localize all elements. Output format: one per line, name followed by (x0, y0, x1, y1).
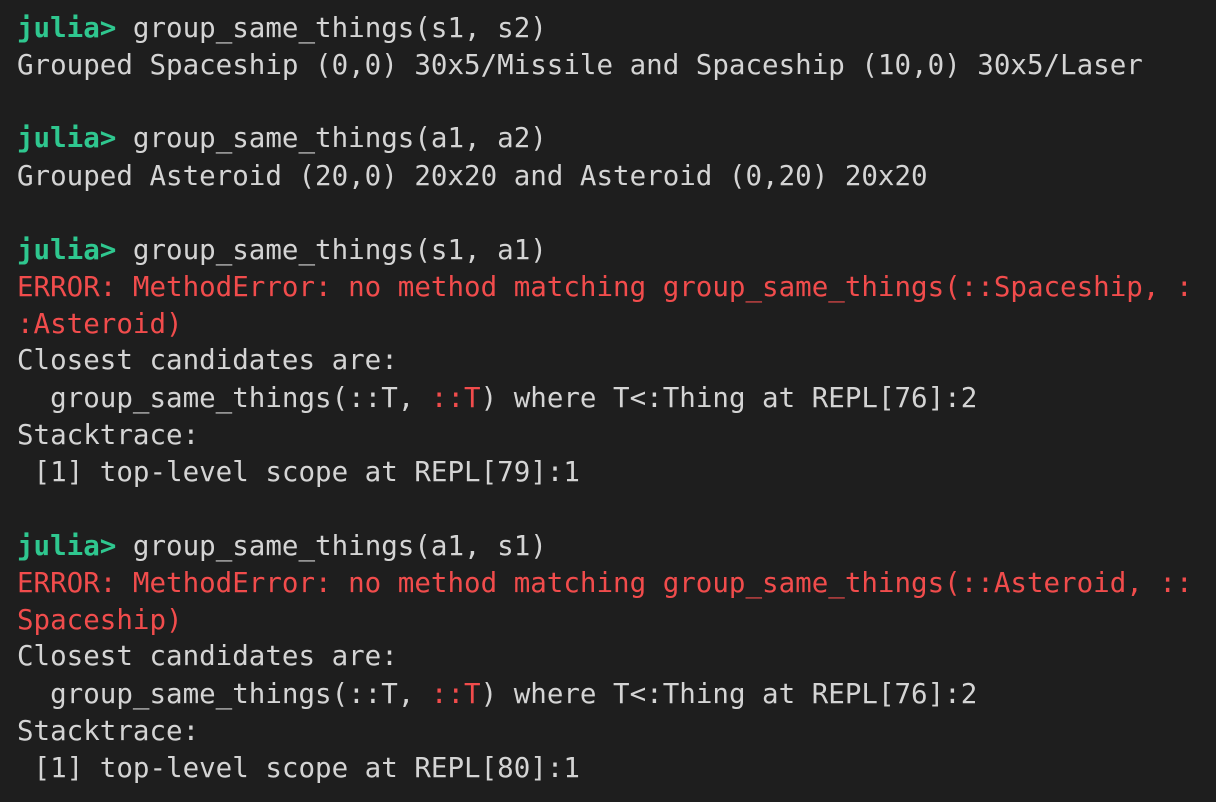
candidate-signature-start: group_same_things(::T, (17, 678, 431, 710)
stacktrace-frame: [1] top-level scope at REPL[80]:1 (17, 752, 580, 784)
repl-command: group_same_things(a1, a2) (132, 122, 547, 154)
repl-output-line: Grouped Asteroid (20,0) 20x20 and Astero… (17, 160, 928, 192)
repl-input-line: julia> group_same_things(s1, a1) (17, 232, 547, 269)
repl-output-line: Grouped Spaceship (0,0) 30x5/Missile and… (17, 49, 1143, 81)
repl-command: group_same_things(a1, s1) (132, 530, 547, 562)
repl-input-line: julia> group_same_things(a1, s1) (17, 528, 547, 565)
stacktrace-heading: Stacktrace: (17, 419, 200, 451)
stacktrace-heading: Stacktrace: (17, 715, 200, 747)
candidate-signature-line: group_same_things(::T, ::T) where T<:Thi… (17, 380, 977, 417)
error-message-line: Spaceship) (17, 604, 183, 636)
julia-prompt: julia> (17, 530, 133, 562)
julia-repl-terminal[interactable]: julia> group_same_things(s1, s2) Grouped… (0, 0, 1216, 802)
repl-command: group_same_things(s1, a1) (132, 234, 547, 266)
candidate-signature-line: group_same_things(::T, ::T) where T<:Thi… (17, 676, 977, 713)
error-message-line: ERROR: MethodError: no method matching g… (17, 567, 1193, 599)
repl-input-line: julia> group_same_things(s1, s2) (17, 10, 547, 47)
stacktrace-frame: [1] top-level scope at REPL[79]:1 (17, 456, 580, 488)
candidate-signature-start: group_same_things(::T, (17, 382, 431, 414)
error-message-line: ERROR: MethodError: no method matching g… (17, 271, 1193, 303)
candidate-signature-end: ) where T<:Thing at REPL[76]:2 (480, 678, 978, 710)
candidate-signature-end: ) where T<:Thing at REPL[76]:2 (480, 382, 978, 414)
closest-candidates-heading: Closest candidates are: (17, 640, 398, 672)
closest-candidates-heading: Closest candidates are: (17, 344, 398, 376)
repl-command: group_same_things(s1, s2) (132, 12, 547, 44)
julia-prompt: julia> (17, 122, 133, 154)
julia-prompt: julia> (17, 234, 133, 266)
mismatched-argument: ::T (430, 382, 481, 414)
repl-input-line: julia> group_same_things(a1, a2) (17, 120, 547, 157)
error-message-line: :Asteroid) (17, 308, 183, 340)
julia-prompt: julia> (17, 12, 133, 44)
mismatched-argument: ::T (430, 678, 481, 710)
